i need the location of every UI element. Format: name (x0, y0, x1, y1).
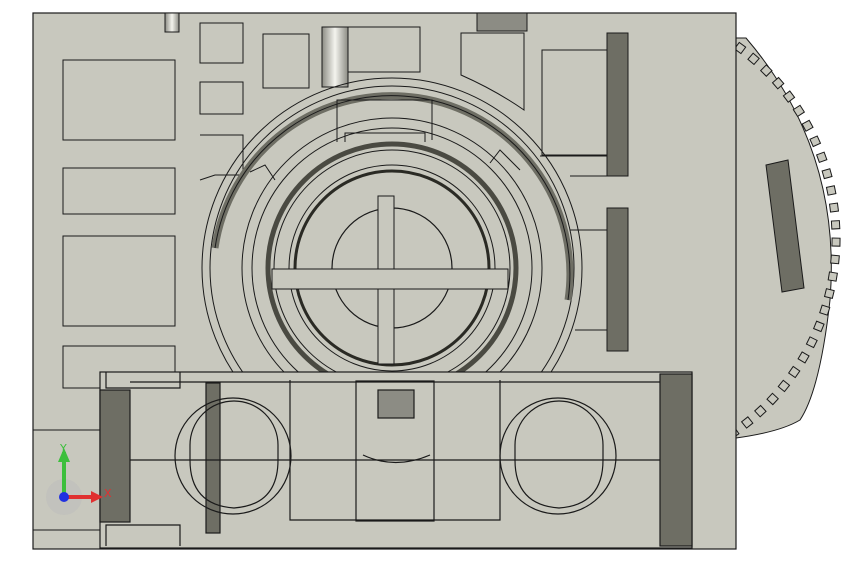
gear-tooth (815, 151, 828, 164)
cad-drawing: Y X (32, 12, 841, 550)
right-rail-upper (606, 32, 629, 177)
gear-tooth (828, 202, 840, 213)
gear-tooth (831, 237, 841, 247)
gear-tooth (825, 185, 837, 196)
x-axis-label: X (104, 487, 112, 500)
origin-marker (59, 492, 69, 502)
gear-tooth (823, 288, 835, 299)
gear-tooth (830, 220, 841, 230)
vertical-pin (321, 26, 349, 88)
right-rail-lower (606, 207, 629, 352)
y-axis-label: Y (59, 442, 67, 455)
gear-tooth (827, 271, 838, 282)
top-notch (476, 12, 528, 32)
gear-tooth (819, 304, 831, 316)
cad-viewport[interactable]: Y X (0, 0, 867, 562)
gear-tooth (821, 168, 833, 180)
gear-tooth (830, 254, 840, 265)
gear-tooth (809, 135, 822, 148)
top-pin (164, 12, 180, 33)
